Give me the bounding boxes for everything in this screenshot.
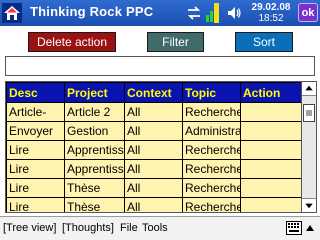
scroll-up-arrow-icon[interactable] [302,82,316,96]
actions-table: Desc Project Context Topic Action Articl… [5,81,317,213]
chevron-up-icon[interactable] [306,225,314,231]
signal-icon[interactable] [206,3,220,23]
cell-project: Gestion [64,121,125,141]
cell-project: Thèse [64,197,125,212]
menu-tree-view[interactable]: [Tree view] [3,222,56,234]
cell-action [240,121,302,141]
scroll-thumb[interactable] [303,104,315,122]
keyboard-icon[interactable] [286,221,302,235]
cell-desc: Lire [6,159,65,179]
cell-action [240,140,302,160]
cell-desc: Lire [6,197,65,212]
cell-desc: Lire [6,178,65,198]
clock[interactable]: 29.02.08 18:52 [249,2,293,24]
table-header-row: Desc Project Context Topic Action [6,82,302,103]
cell-context: All [124,159,183,179]
cell-desc: Envoyer [6,121,65,141]
cell-topic: Recherche [182,102,241,122]
table-row[interactable]: Lire Apprentiss All Recherche [6,140,302,160]
title-bar: Thinking Rock PPC 29.02.08 18:52 ok [0,0,320,26]
cell-topic: Recherche [182,159,241,179]
grip-icon [306,110,312,116]
ok-button[interactable]: ok [298,3,318,22]
table-row[interactable]: Envoyer Gestion All Administra [6,121,302,141]
cell-context: All [124,178,183,198]
home-icon[interactable] [2,3,22,23]
column-header-project[interactable]: Project [64,82,125,103]
sort-button[interactable]: Sort [235,32,293,52]
column-header-topic[interactable]: Topic [182,82,241,103]
cell-context: All [124,102,183,122]
cell-desc: Article- [6,102,65,122]
cell-action [240,178,302,198]
table-row[interactable]: Article- Article 2 All Recherche [6,102,302,122]
cell-topic: Recherche [182,197,241,212]
menu-bar: [Tree view] [Thoughts] File Tools [0,216,320,240]
table-row[interactable]: Lire Thèse All Recherche [6,178,302,198]
delete-action-button[interactable]: Delete action [28,32,116,52]
column-header-desc[interactable]: Desc [6,82,65,103]
cell-context: All [124,121,183,141]
cell-topic: Administra [182,121,241,141]
sync-icon[interactable] [186,5,202,21]
clock-time: 18:52 [258,13,284,24]
cell-topic: Recherche [182,178,241,198]
cell-project: Article 2 [64,102,125,122]
cell-project: Thèse [64,178,125,198]
filter-button[interactable]: Filter [147,32,204,52]
menu-tools[interactable]: Tools [142,222,168,234]
app-title: Thinking Rock PPC [30,4,154,19]
column-header-context[interactable]: Context [124,82,183,103]
volume-icon[interactable] [226,5,242,21]
cell-project: Apprentiss [64,159,125,179]
cell-context: All [124,197,183,212]
cell-action [240,197,302,212]
menu-thoughts[interactable]: [Thoughts] [62,222,114,234]
cell-project: Apprentiss [64,140,125,160]
table-row[interactable]: Lire Thèse All Recherche [6,197,302,212]
clock-date: 29.02.08 [251,2,291,13]
cell-desc: Lire [6,140,65,160]
cell-context: All [124,140,183,160]
menu-file[interactable]: File [120,222,138,234]
table-row[interactable]: Lire Apprentiss All Recherche [6,159,302,179]
table-scrollbar[interactable] [301,82,316,212]
search-input[interactable] [5,56,315,76]
table-viewport: Desc Project Context Topic Action Articl… [6,82,302,212]
cell-action [240,159,302,179]
actions-grid: Desc Project Context Topic Action Articl… [6,82,302,212]
column-header-action[interactable]: Action [240,82,302,103]
cell-action [240,102,302,122]
cell-topic: Recherche [182,140,241,160]
scroll-down-arrow-icon[interactable] [302,198,316,212]
